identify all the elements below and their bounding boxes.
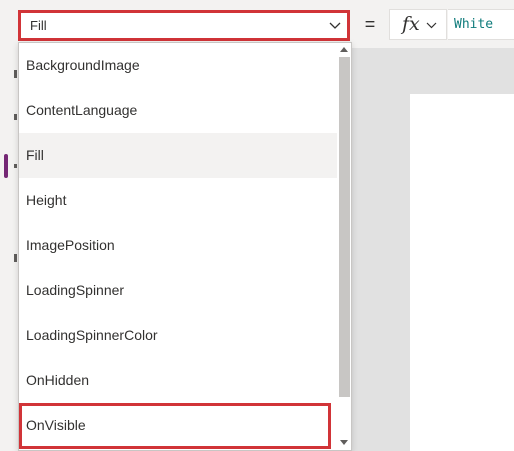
list-item-contentlanguage[interactable]: ContentLanguage: [19, 88, 337, 133]
equals-sign: =: [364, 14, 376, 34]
list-item-backgroundimage[interactable]: BackgroundImage: [19, 43, 337, 88]
formula-bar: Fill = fx White: [0, 0, 514, 48]
chevron-down-icon[interactable]: [328, 18, 342, 32]
fx-icon: fx: [402, 13, 420, 35]
canvas-screen[interactable]: [410, 94, 514, 451]
rail-icon-fragment: [14, 254, 17, 262]
scroll-up-icon[interactable]: [340, 47, 348, 52]
list-item-fill[interactable]: Fill: [19, 133, 337, 178]
list-item-loadingspinnercolor[interactable]: LoadingSpinnerColor: [19, 313, 337, 358]
chevron-down-icon: [426, 22, 437, 29]
list-item-imageposition[interactable]: ImagePosition: [19, 223, 337, 268]
formula-input[interactable]: White: [448, 9, 514, 40]
property-dropdown[interactable]: Fill: [18, 10, 350, 41]
property-dropdown-list: BackgroundImage ContentLanguage Fill Hei…: [18, 42, 352, 451]
fx-button[interactable]: fx: [389, 9, 447, 40]
scrollbar[interactable]: [337, 43, 351, 450]
list-item-loadingspinner[interactable]: LoadingSpinner: [19, 268, 337, 313]
left-rail: [0, 48, 18, 451]
property-dropdown-value: Fill: [30, 18, 47, 33]
scroll-down-icon[interactable]: [340, 440, 348, 445]
rail-icon-fragment: [14, 70, 17, 78]
rail-icon-fragment: [14, 114, 17, 120]
list-item-onhidden[interactable]: OnHidden: [19, 358, 337, 403]
formula-text: White: [454, 17, 494, 32]
nav-accent-bar: [4, 154, 8, 178]
rail-icon-fragment: [14, 164, 17, 168]
list-item-onvisible[interactable]: OnVisible: [19, 403, 331, 449]
list-item-height[interactable]: Height: [19, 178, 337, 223]
scroll-thumb[interactable]: [339, 57, 350, 397]
